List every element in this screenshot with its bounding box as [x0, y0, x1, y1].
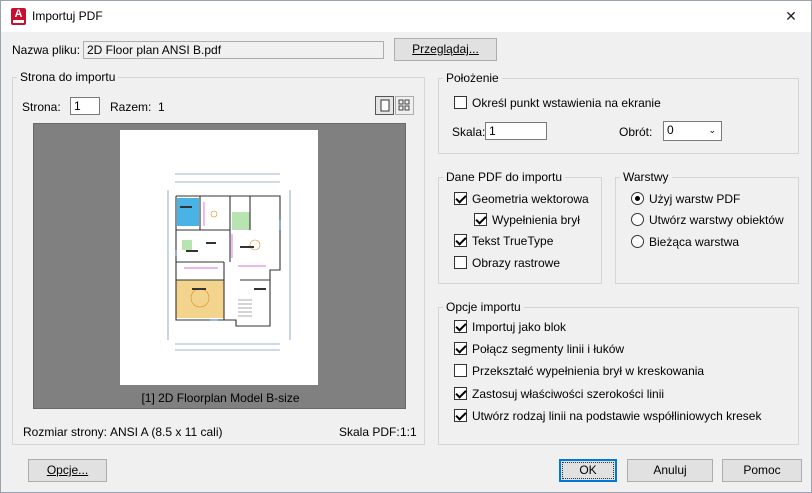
page-number-input[interactable]: 1 — [70, 97, 100, 115]
infer-linetypes-checkbox[interactable] — [454, 409, 467, 422]
apply-lineweight-label[interactable]: Zastosuj właściwości szerokości linii — [472, 387, 664, 401]
rotation-label: Obrót: — [619, 125, 653, 139]
grid-view-icon — [398, 99, 410, 111]
window-title: Importuj PDF — [32, 9, 103, 23]
page-to-import-title: Strona do importu — [17, 70, 119, 84]
single-page-icon — [380, 99, 390, 112]
current-layer-radio[interactable] — [631, 235, 644, 248]
current-layer-label[interactable]: Bieżąca warstwa — [649, 235, 739, 249]
location-group — [438, 78, 799, 154]
thumbnail-caption: [1] 2D Floorplan Model B-size — [141, 391, 300, 405]
use-pdf-layers-label[interactable]: Użyj warstw PDF — [649, 192, 740, 206]
title-bar[interactable]: A Importuj PDF ✕ — [1, 1, 811, 32]
help-button[interactable]: Pomoc — [722, 459, 802, 482]
browse-button[interactable]: Przeglądaj... — [394, 38, 497, 61]
page-thumbnail[interactable] — [120, 130, 318, 385]
create-object-layers-label[interactable]: Utwórz warstwy obiektów — [649, 213, 784, 227]
page-number-label: Strona: — [22, 100, 61, 114]
pdf-scale-label: Skala PDF: — [339, 425, 400, 439]
convert-fills-to-hatches-label[interactable]: Przekształć wypełnienia brył w kreskowan… — [472, 364, 704, 378]
truetype-text-checkbox[interactable] — [454, 234, 467, 247]
vector-geometry-checkbox[interactable] — [454, 192, 467, 205]
raster-images-checkbox[interactable] — [454, 256, 467, 269]
thumbnail-grid-view-button[interactable] — [395, 96, 414, 115]
rotation-select[interactable]: 0 ⌄ — [663, 121, 722, 141]
floor-plan-drawing — [167, 173, 291, 351]
scale-input[interactable]: 1 — [485, 122, 547, 140]
join-segments-checkbox[interactable] — [454, 342, 467, 355]
import-as-block-label[interactable]: Importuj jako blok — [472, 320, 566, 334]
pdf-scale-value: 1:1 — [400, 425, 417, 439]
import-options-title: Opcje importu — [443, 300, 524, 314]
join-segments-label[interactable]: Połącz segmenty linii i łuków — [472, 342, 624, 356]
file-name-label: Nazwa pliku: — [12, 43, 81, 57]
use-pdf-layers-radio[interactable] — [631, 192, 644, 205]
cancel-button[interactable]: Anuluj — [627, 459, 713, 482]
scale-label: Skala: — [452, 125, 486, 139]
specify-on-screen-label[interactable]: Określ punkt wstawienia na ekranie — [472, 96, 661, 110]
import-pdf-dialog: A Importuj PDF ✕ Nazwa pliku: 2D Floor p… — [0, 0, 812, 493]
rotation-value: 0 — [667, 123, 674, 137]
create-object-layers-radio[interactable] — [631, 213, 644, 226]
apply-lineweight-checkbox[interactable] — [454, 387, 467, 400]
chevron-down-icon: ⌄ — [708, 125, 716, 135]
location-title: Położenie — [443, 71, 502, 85]
solid-fills-checkbox[interactable] — [474, 213, 487, 226]
solid-fills-label[interactable]: Wypełnienia brył — [492, 213, 580, 227]
page-size-label: Rozmiar strony: — [23, 425, 108, 439]
total-pages-label: Razem: — [110, 100, 152, 114]
page-size-value: ANSI A (8.5 x 11 cali) — [110, 425, 223, 439]
infer-linetypes-label[interactable]: Utwórz rodzaj linii na podstawie współli… — [472, 409, 761, 423]
close-icon[interactable]: ✕ — [781, 6, 801, 26]
truetype-text-label[interactable]: Tekst TrueType — [472, 234, 553, 248]
pdf-page-preview[interactable]: [1] 2D Floorplan Model B-size — [33, 123, 406, 409]
total-pages-value: 1 — [158, 100, 165, 114]
layers-title: Warstwy — [620, 170, 672, 184]
options-button[interactable]: Opcje... — [28, 459, 107, 482]
autocad-app-icon: A — [11, 8, 26, 25]
ok-button[interactable]: OK — [559, 459, 617, 482]
convert-fills-to-hatches-checkbox[interactable] — [454, 364, 467, 377]
pdf-data-title: Dane PDF do importu — [443, 170, 566, 184]
specify-on-screen-checkbox[interactable] — [454, 96, 467, 109]
single-page-view-button[interactable] — [375, 96, 394, 115]
import-as-block-checkbox[interactable] — [454, 320, 467, 333]
file-name-field: 2D Floor plan ANSI B.pdf — [83, 41, 384, 59]
raster-images-label[interactable]: Obrazy rastrowe — [472, 256, 560, 270]
vector-geometry-label[interactable]: Geometria wektorowa — [472, 192, 589, 206]
